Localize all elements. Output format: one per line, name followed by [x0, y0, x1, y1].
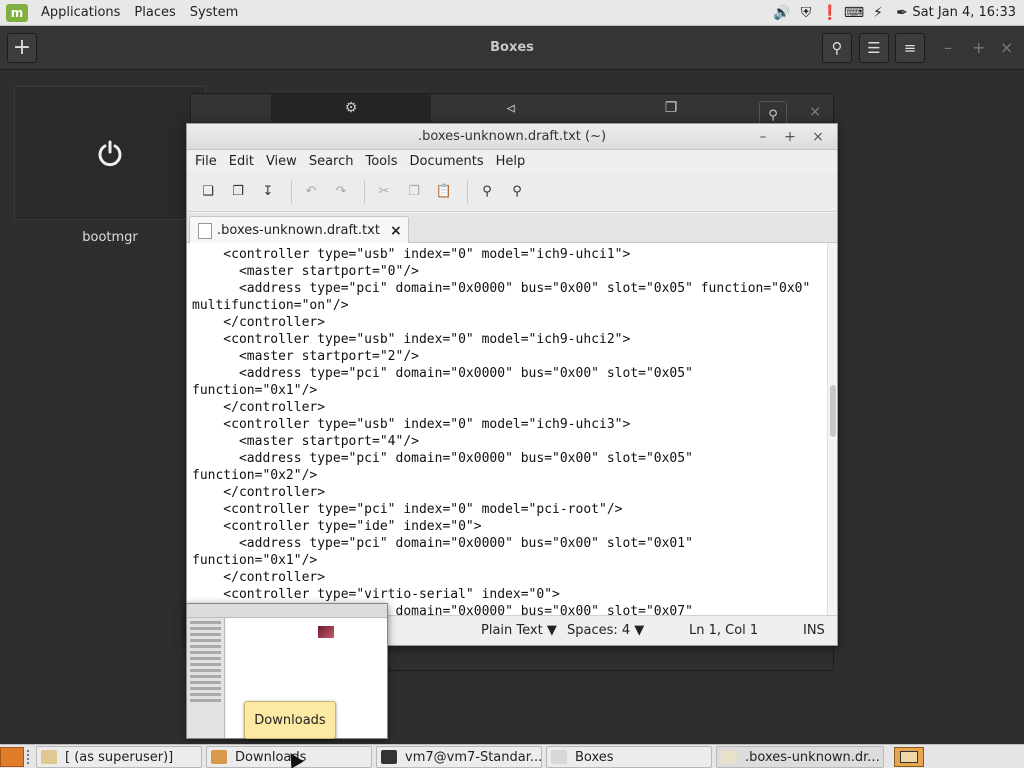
top-panel: m Applications Places System 🔊 ⛨ ❗ ⌨ ⚡ ✒…: [0, 0, 1024, 26]
gear-icon: ⚙: [344, 100, 358, 116]
new-document-icon[interactable]: ❏: [195, 179, 221, 205]
applications-menu[interactable]: Applications: [34, 0, 127, 26]
maximize-button[interactable]: +: [972, 38, 985, 57]
list-view-icon: ☰: [867, 39, 881, 57]
show-desktop-button[interactable]: [0, 747, 24, 767]
task-label: vm7@vm7-Standar...: [405, 749, 542, 765]
bottom-taskbar: [ (as superuser)] Downloads vm7@vm7-Stan…: [0, 744, 1024, 768]
search-icon: ⚲: [768, 107, 778, 123]
gedit-minimize-button[interactable]: –: [752, 126, 774, 148]
gedit-titlebar[interactable]: .boxes-unknown.draft.txt (~) – + ×: [187, 124, 837, 150]
scrollbar-thumb[interactable]: [830, 385, 836, 437]
gedit-window: .boxes-unknown.draft.txt (~) – + × File …: [186, 123, 838, 646]
menu-button[interactable]: ≡: [895, 33, 925, 63]
tab-snapshots[interactable]: ❐: [591, 94, 751, 122]
gedit-maximize-button[interactable]: +: [779, 126, 801, 148]
places-menu[interactable]: Places: [127, 0, 182, 26]
document-tab[interactable]: .boxes-unknown.draft.txt ×: [189, 216, 409, 244]
paste-icon[interactable]: 📋: [431, 179, 457, 205]
tab-system[interactable]: ⚙: [271, 94, 431, 122]
preview-sidebar: [187, 618, 225, 738]
text-editor-icon: [721, 750, 737, 764]
search-icon: ⚲: [831, 39, 843, 57]
document-tab-label: .boxes-unknown.draft.txt: [217, 223, 380, 238]
find-replace-icon[interactable]: ⚲: [504, 179, 530, 205]
close-button[interactable]: ×: [1000, 38, 1013, 57]
editor-scrollbar[interactable]: [827, 243, 837, 615]
search-button[interactable]: ⚲: [822, 33, 852, 63]
indent-label: Spaces: 4: [567, 623, 631, 638]
toolbar-separator: [467, 179, 468, 204]
task-text-editor[interactable]: .boxes-unknown.dr...: [716, 746, 884, 768]
power-icon: [98, 140, 122, 167]
boxes-header-bar: + Boxes ⚲ ☰ ≡ – + ×: [0, 26, 1024, 70]
vm-thumbnail[interactable]: [14, 86, 206, 220]
text-file-icon: [198, 222, 212, 239]
menu-edit[interactable]: Edit: [223, 154, 260, 169]
properties-close-button[interactable]: ×: [809, 104, 821, 120]
task-terminal[interactable]: vm7@vm7-Standar...: [376, 746, 542, 768]
undo-icon[interactable]: ↶: [298, 179, 324, 205]
menu-view[interactable]: View: [260, 154, 303, 169]
mint-menu-icon[interactable]: m: [6, 3, 28, 22]
close-tab-icon[interactable]: ×: [390, 223, 408, 239]
network-icon[interactable]: ⚡: [868, 3, 888, 23]
vm-name-label[interactable]: bootmgr: [14, 230, 206, 245]
clock[interactable]: Sat Jan 4, 16:33: [912, 0, 1016, 26]
open-document-icon[interactable]: ❐: [225, 179, 251, 205]
menu-file[interactable]: File: [189, 154, 223, 169]
shield-icon[interactable]: ⛨: [796, 3, 816, 23]
taskbar-grip[interactable]: [27, 750, 31, 764]
tab-devices[interactable]: ⏿: [431, 94, 591, 122]
folder-icon: [211, 750, 227, 764]
language-label: Plain Text: [481, 623, 543, 638]
keyboard-icon[interactable]: ⌨: [844, 3, 864, 23]
copy-icon[interactable]: ❐: [401, 179, 427, 205]
file-manager-icon: [41, 750, 57, 764]
update-icon[interactable]: ❗: [820, 3, 840, 23]
indent-selector[interactable]: Spaces: 4 ▼: [567, 616, 644, 646]
editor-text[interactable]: <controller type="usb" index="0" model="…: [187, 243, 827, 615]
properties-tabs: ⚙ ⏿ ❐: [191, 94, 833, 122]
copy-icon: ❐: [664, 100, 678, 116]
downloads-tooltip: Downloads: [244, 701, 336, 739]
image-thumbnail: [318, 626, 334, 638]
redo-icon[interactable]: ↷: [328, 179, 354, 205]
workspace-switcher[interactable]: [894, 747, 924, 767]
mouse-icon: ⏿: [506, 100, 516, 116]
insert-mode: INS: [803, 623, 825, 638]
menu-documents[interactable]: Documents: [404, 154, 490, 169]
gedit-toolbar: ❏ ❐ ↧ ↶ ↷ ✂ ❐ 📋 ⚲ ⚲: [187, 172, 837, 212]
hamburger-icon: ≡: [903, 39, 917, 57]
menu-help[interactable]: Help: [490, 154, 532, 169]
pen-icon[interactable]: ✒: [892, 3, 912, 23]
menu-tools[interactable]: Tools: [359, 154, 403, 169]
cursor-position: Ln 1, Col 1: [689, 623, 759, 638]
task-label: [ (as superuser)]: [65, 749, 174, 765]
gedit-close-button[interactable]: ×: [807, 126, 829, 148]
volume-icon[interactable]: 🔊: [772, 3, 792, 23]
task-boxes[interactable]: Boxes: [546, 746, 712, 768]
task-label: .boxes-unknown.dr...: [745, 749, 880, 765]
gedit-tab-bar: .boxes-unknown.draft.txt ×: [187, 213, 837, 244]
toolbar-separator: [364, 179, 365, 204]
gedit-menubar: File Edit View Search Tools Documents He…: [187, 150, 837, 172]
save-document-icon[interactable]: ↧: [255, 179, 281, 205]
preview-toolbar: [187, 604, 387, 618]
cut-icon[interactable]: ✂: [371, 179, 397, 205]
language-selector[interactable]: Plain Text ▼: [481, 616, 557, 646]
minimize-button[interactable]: –: [944, 38, 952, 57]
boxes-icon: [551, 750, 567, 764]
text-editor-area[interactable]: <controller type="usb" index="0" model="…: [187, 243, 827, 615]
find-icon[interactable]: ⚲: [474, 179, 500, 205]
menu-search[interactable]: Search: [303, 154, 360, 169]
terminal-icon: [381, 750, 397, 764]
toolbar-separator: [291, 179, 292, 204]
task-superuser[interactable]: [ (as superuser)]: [36, 746, 202, 768]
list-view-button[interactable]: ☰: [859, 33, 889, 63]
system-tray: 🔊 ⛨ ❗ ⌨ ⚡ ✒: [772, 3, 912, 23]
gedit-window-title: .boxes-unknown.draft.txt (~): [417, 129, 607, 144]
task-label: Boxes: [575, 749, 614, 765]
system-menu[interactable]: System: [183, 0, 245, 26]
